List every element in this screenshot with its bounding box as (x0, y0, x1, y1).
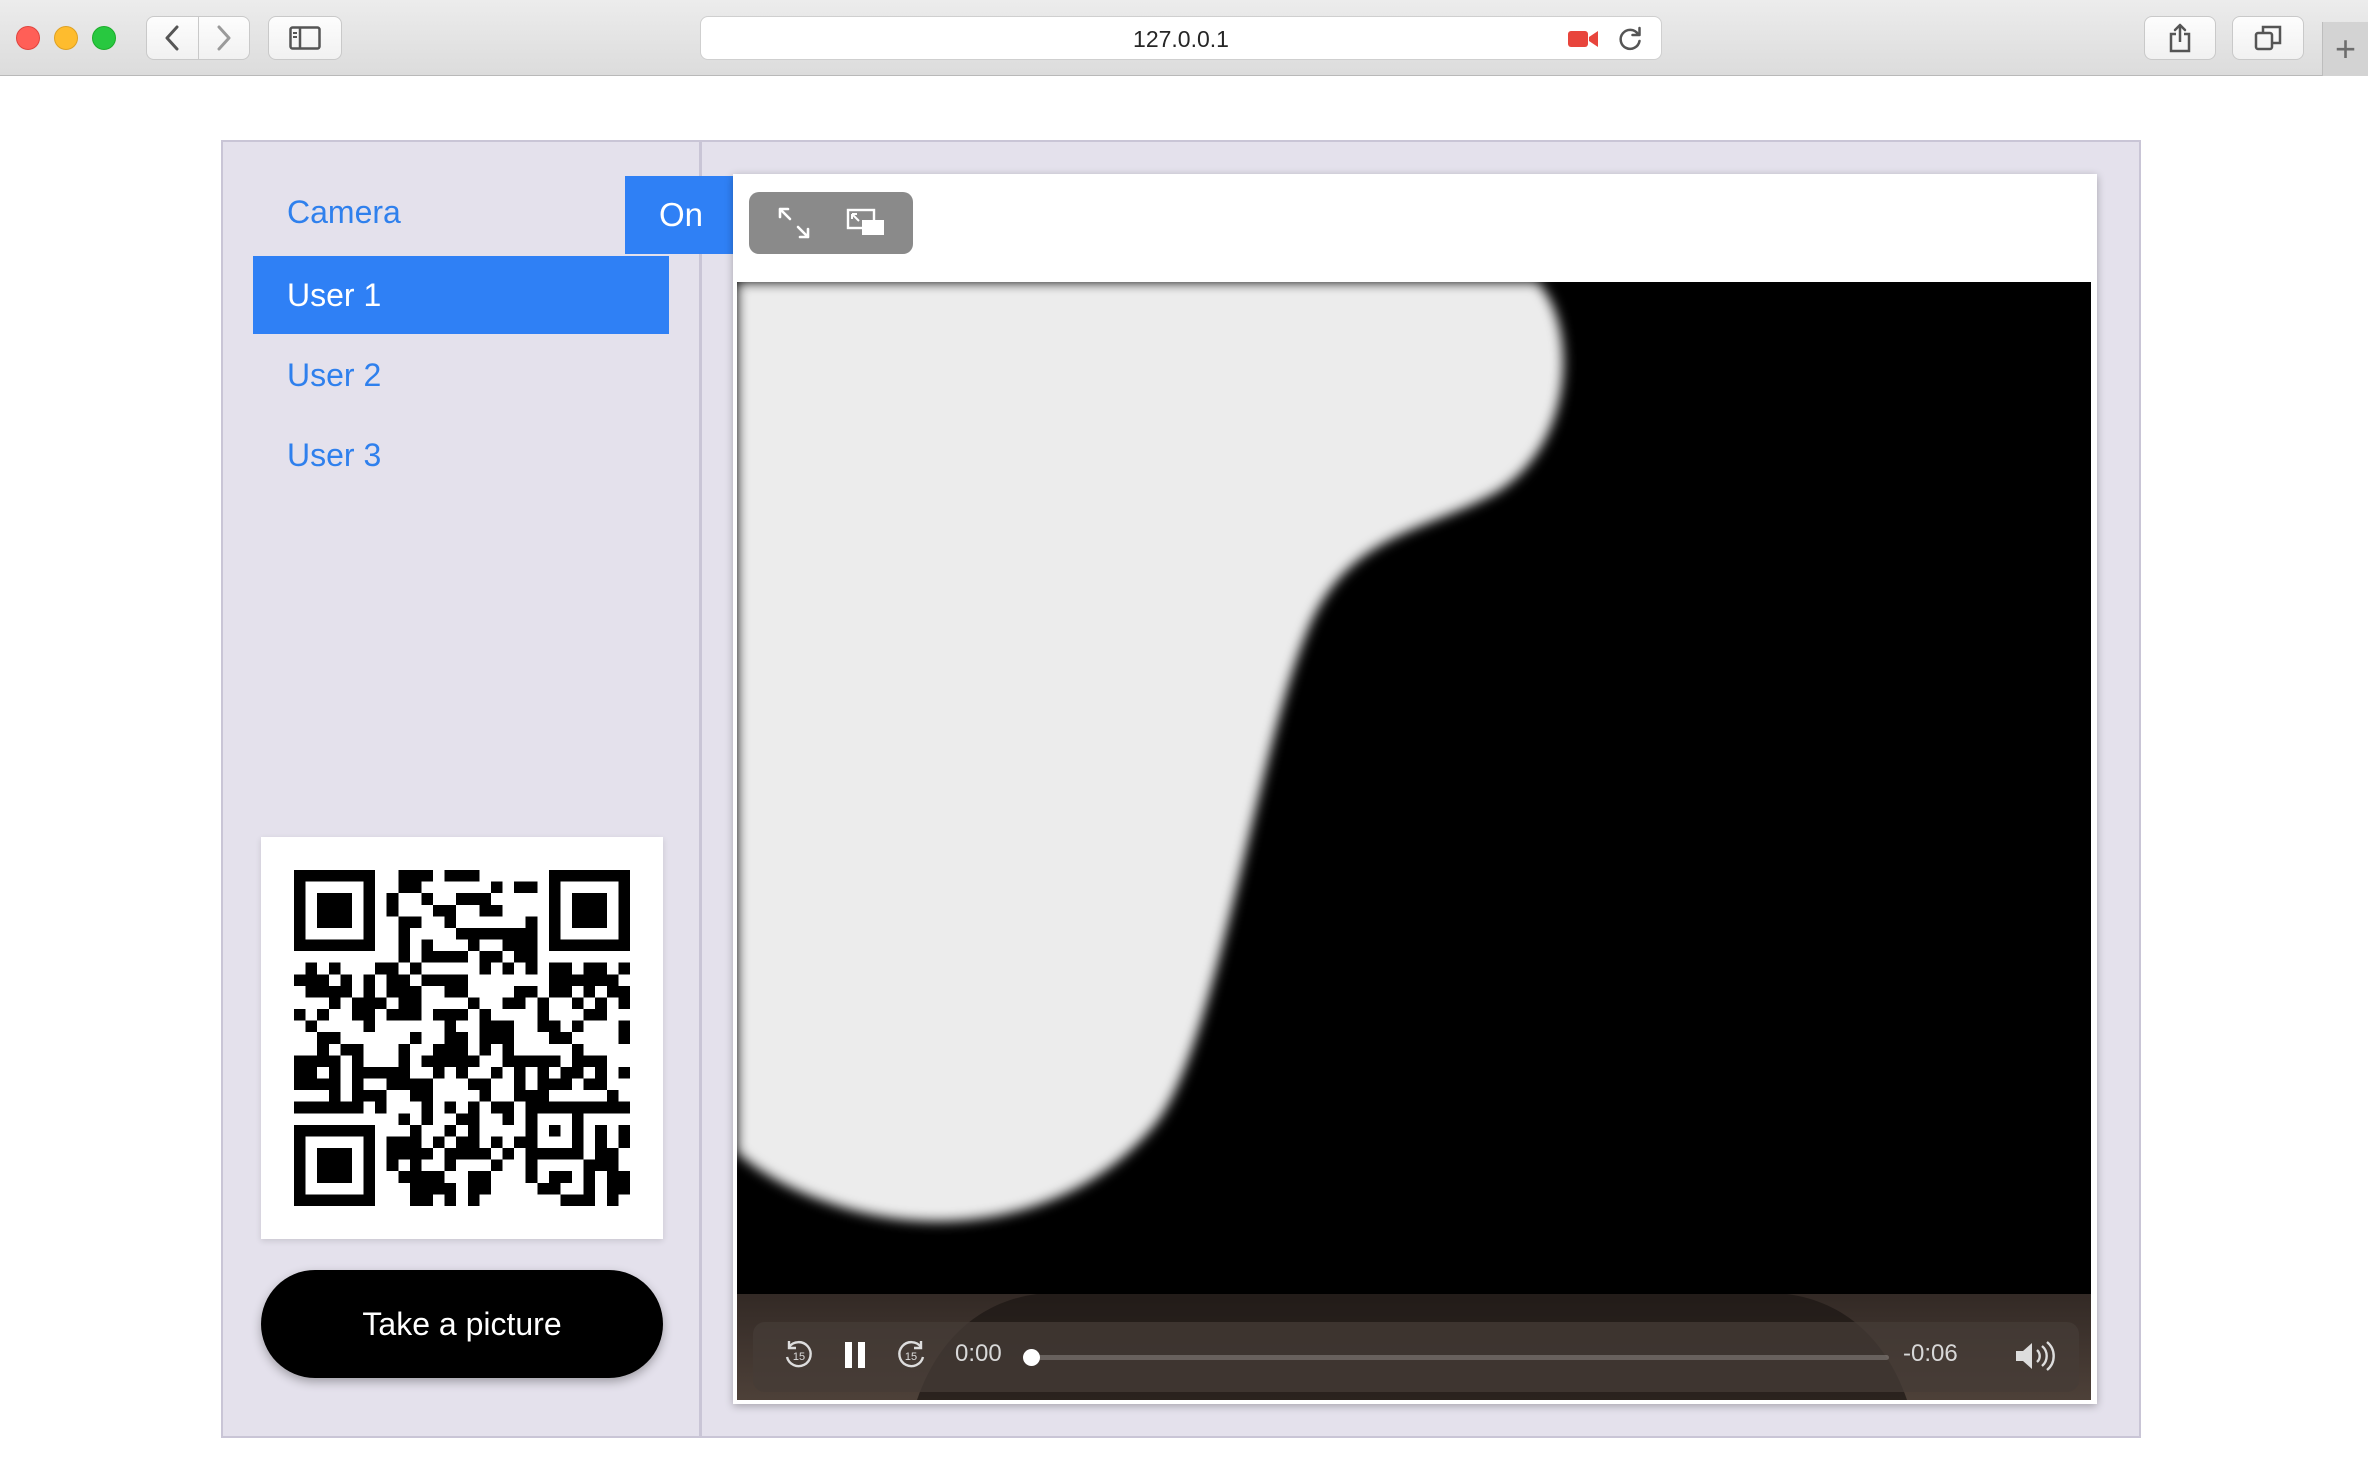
address-url: 127.0.0.1 (1133, 26, 1229, 52)
app-container: Camera On User 1 User 2 User 3 Take a pi… (221, 140, 2141, 1438)
skip-forward-15-icon[interactable]: 15 (893, 1337, 929, 1373)
reload-icon[interactable] (1617, 26, 1643, 52)
forward-icon (217, 25, 231, 51)
progress-scrubber[interactable] (1023, 1349, 1040, 1366)
pause-icon[interactable] (839, 1337, 871, 1373)
camera-toggle-button[interactable]: On (625, 176, 737, 254)
svg-text:15: 15 (905, 1351, 917, 1363)
video-top-controls (749, 192, 913, 254)
new-tab-button[interactable]: + (2322, 22, 2368, 76)
camera-recording-icon[interactable] (1567, 28, 1599, 50)
camera-label: Camera (287, 194, 401, 230)
sidebar-toggle-button[interactable] (268, 16, 342, 60)
video-panel: 15 15 0:00 -0:06 (733, 174, 2097, 1404)
forward-button[interactable] (197, 17, 249, 59)
share-button[interactable] (2144, 16, 2216, 60)
qr-code (294, 870, 630, 1206)
browser-toolbar: 127.0.0.1 + (0, 0, 2368, 76)
address-bar[interactable]: 127.0.0.1 (700, 16, 1662, 60)
camera-video[interactable]: 15 15 0:00 -0:06 (737, 282, 2091, 1400)
remaining-time: -0:06 (1903, 1340, 1958, 1367)
zoom-window-button[interactable] (92, 26, 116, 50)
sidebar-item-user-1[interactable]: User 1 (253, 256, 669, 334)
progress-track[interactable] (1027, 1355, 1889, 1360)
video-frame (737, 282, 2091, 1400)
sidebar-item-user-3[interactable]: User 3 (253, 416, 669, 494)
sidebar-item-user-2[interactable]: User 2 (253, 336, 669, 414)
tabs-overview-icon (2254, 25, 2282, 51)
fullscreen-icon[interactable] (776, 205, 812, 241)
panel-divider (699, 142, 702, 1436)
navigation-buttons (146, 16, 250, 60)
video-control-bar: 15 15 0:00 -0:06 (753, 1322, 2079, 1392)
sidebar-icon (289, 26, 321, 50)
picture-in-picture-icon[interactable] (846, 208, 886, 238)
minimize-window-button[interactable] (54, 26, 78, 50)
take-picture-button[interactable]: Take a picture (261, 1270, 663, 1378)
close-window-button[interactable] (16, 26, 40, 50)
back-icon (165, 25, 179, 51)
qr-code-card (261, 837, 663, 1239)
share-icon (2169, 23, 2191, 53)
volume-icon[interactable] (2013, 1338, 2059, 1374)
tab-overview-button[interactable] (2232, 16, 2304, 60)
new-tab-icon: + (2334, 28, 2357, 69)
svg-text:15: 15 (793, 1351, 805, 1363)
skip-back-15-icon[interactable]: 15 (781, 1337, 817, 1373)
back-button[interactable] (147, 17, 198, 59)
elapsed-time: 0:00 (955, 1340, 1002, 1367)
